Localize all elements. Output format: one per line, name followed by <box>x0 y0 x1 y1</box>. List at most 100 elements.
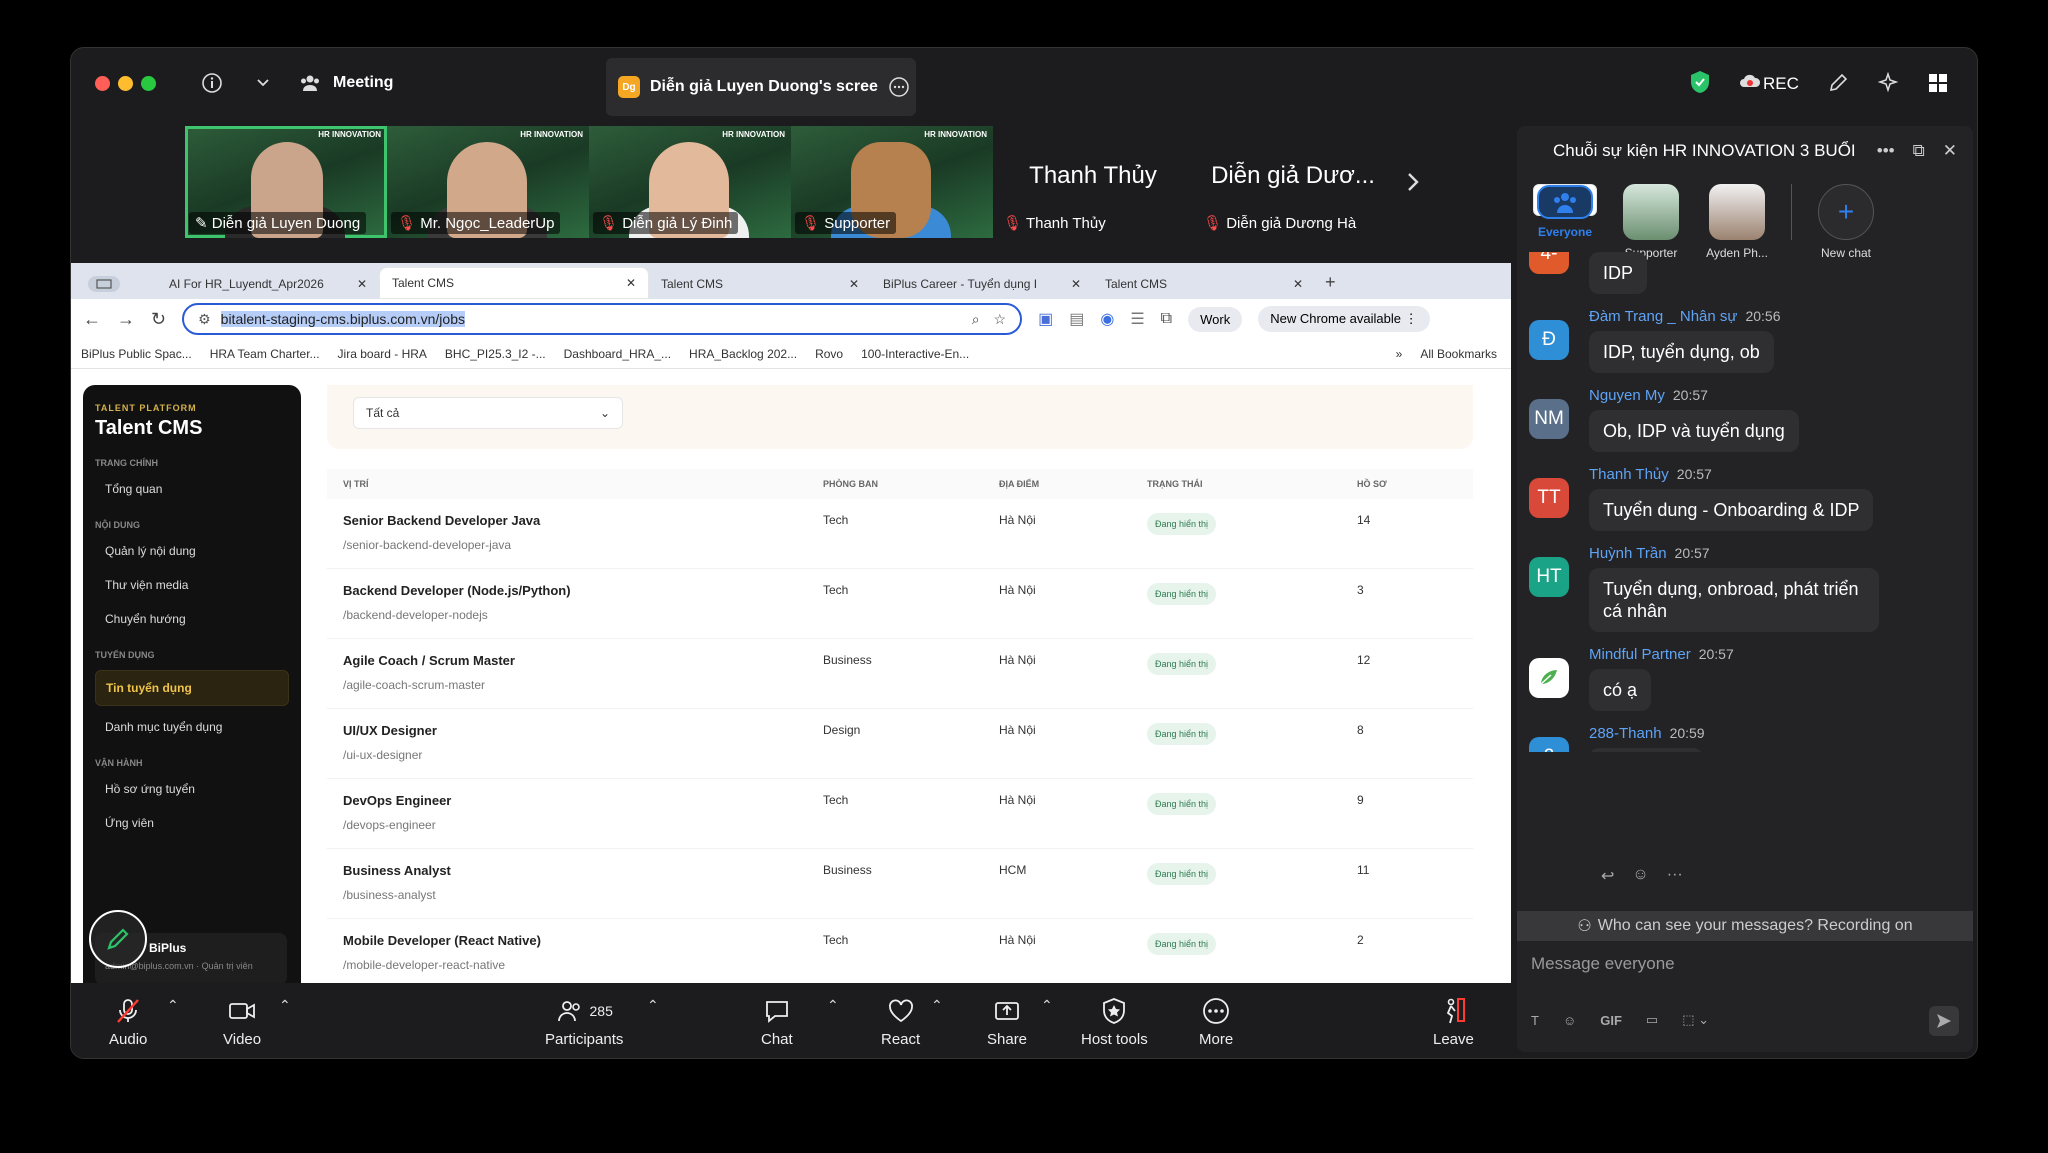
extension-icon[interactable]: ▣ <box>1038 309 1053 329</box>
new-chat-button[interactable]: + New chat <box>1814 184 1878 260</box>
sender-avatar[interactable]: TT <box>1529 478 1569 518</box>
job-title[interactable]: DevOps Engineer <box>343 793 823 808</box>
message-bubble[interactable]: IDP, tuyển dụng, ob <box>1589 331 1774 373</box>
table-row[interactable]: Agile Coach / Scrum Master/agile-coach-s… <box>327 639 1473 709</box>
thumb-participant[interactable]: HR INNOVATION 🎙 Mr. Ngọc_LeaderUp <box>387 126 589 238</box>
thumb-participant[interactable]: Diễn giả Dươ... 🎙 Diễn giả Dương Hà <box>1193 126 1393 238</box>
back-icon[interactable]: ← <box>83 309 101 330</box>
zoom-icon[interactable]: ⌕ <box>972 311 980 328</box>
share-button[interactable]: Share <box>987 997 1027 1048</box>
sender-avatar[interactable]: 2 <box>1529 737 1569 752</box>
job-title[interactable]: Mobile Developer (React Native) <box>343 933 823 948</box>
close-icon[interactable]: ✕ <box>1943 141 1957 161</box>
next-thumbs-button[interactable] <box>1393 126 1433 238</box>
sender-name[interactable]: Huỳnh Trần <box>1589 545 1667 562</box>
table-row[interactable]: Senior Backend Developer Java/senior-bac… <box>327 499 1473 569</box>
security-shield-icon[interactable] <box>1689 70 1711 94</box>
recipient-everyone[interactable]: Everyone <box>1533 184 1597 239</box>
meeting-tab-label[interactable]: Meeting <box>333 74 393 92</box>
close-tab-icon[interactable]: ✕ <box>626 276 636 290</box>
participants-options-caret[interactable]: ⌃ <box>647 997 659 1014</box>
table-row[interactable]: Backend Developer (Node.js/Python) /backe… <box>327 569 1473 639</box>
chevron-down-icon[interactable] <box>255 74 271 90</box>
message-bubble[interactable]: Ob, IDP và tuyển dụng <box>1589 410 1799 452</box>
sender-name[interactable]: Đàm Trang _ Nhân sự <box>1589 308 1737 325</box>
extension-icon[interactable]: ▤ <box>1069 309 1084 329</box>
screen-share-tab[interactable]: Dg Diễn giả Luyen Duong's scree <box>606 58 916 116</box>
video-options-caret[interactable]: ⌃ <box>279 997 291 1014</box>
audio-options-caret[interactable]: ⌃ <box>167 997 179 1014</box>
emoji-icon[interactable]: ☺ <box>1563 1013 1576 1028</box>
react-button[interactable]: React <box>881 997 920 1048</box>
message-bubble[interactable]: Tuyển dung - Onboarding & IDP <box>1589 489 1874 531</box>
site-settings-icon[interactable]: ⚙ <box>198 311 211 328</box>
sender-avatar[interactable]: NM <box>1529 399 1569 439</box>
message-more-icon[interactable]: ··· <box>1667 866 1683 886</box>
browser-tab[interactable]: AI For HR_Luyendt_Apr2026 ✕ <box>157 269 379 299</box>
sidebar-item-applications[interactable]: Hồ sơ ứng tuyển <box>95 768 289 802</box>
add-reaction-icon[interactable]: ☺ <box>1632 866 1648 886</box>
new-tab-icon[interactable]: + <box>1315 272 1346 299</box>
chat-button[interactable]: Chat <box>761 997 793 1048</box>
more-button[interactable]: More <box>1199 997 1233 1048</box>
file-icon[interactable]: ▭ <box>1646 1012 1658 1028</box>
table-row[interactable]: DevOps Engineer/devops-engineer Tech Hà Nộ… <box>327 779 1473 849</box>
sender-avatar[interactable]: Đ <box>1529 320 1569 360</box>
close-tab-icon[interactable]: ✕ <box>357 277 367 291</box>
share-options-caret[interactable]: ⌃ <box>1041 997 1053 1014</box>
sender-name[interactable]: Nguyen My <box>1589 387 1665 404</box>
chat-options-caret[interactable]: ⌃ <box>827 997 839 1014</box>
bookmark[interactable]: HRA_Backlog 202... <box>689 347 797 361</box>
pencil-icon[interactable] <box>1827 72 1849 94</box>
extension-icon[interactable]: ◉ <box>1100 309 1114 329</box>
chrome-update-button[interactable]: New Chrome available ⋮ <box>1258 306 1430 332</box>
message-bubble[interactable]: IDP <box>1589 252 1648 294</box>
participants-button[interactable]: 285 Participants <box>545 997 623 1048</box>
bookmark[interactable]: HRA Team Charter... <box>210 347 320 361</box>
sender-avatar[interactable] <box>1529 658 1569 698</box>
sparkle-icon[interactable] <box>1877 72 1899 94</box>
star-icon[interactable]: ☆ <box>994 311 1007 328</box>
browser-tab[interactable]: Talent CMS ✕ <box>649 269 871 299</box>
browser-tab[interactable]: BiPlus Career - Tuyển dụng I ✕ <box>871 269 1093 299</box>
browser-tab-active[interactable]: Talent CMS ✕ <box>379 267 649 299</box>
bookmark[interactable]: Jira board - HRA <box>338 347 427 361</box>
sidebar-item-jobs[interactable]: Tin tuyển dụng <box>95 670 289 706</box>
all-bookmarks[interactable]: All Bookmarks <box>1420 347 1497 361</box>
pop-out-icon[interactable]: ⧉ <box>1913 141 1925 161</box>
text-format-icon[interactable]: T <box>1531 1013 1539 1028</box>
thumb-participant[interactable]: HR INNOVATION ✎ Diễn giả Luyen Duong <box>185 126 387 238</box>
thumb-participant[interactable]: Thanh Thủy 🎙 Thanh Thủy <box>993 126 1193 238</box>
more-options-icon[interactable] <box>888 76 910 98</box>
thumb-participant[interactable]: HR INNOVATION 🎙 Supporter <box>791 126 993 238</box>
bookmark[interactable]: 100-Interactive-En... <box>861 347 969 361</box>
status-filter-select[interactable]: Tất cả ⌄ <box>353 397 623 429</box>
profile-chip[interactable]: Work <box>1188 306 1243 332</box>
sender-name[interactable]: 288-Thanh <box>1589 725 1662 742</box>
audio-button[interactable]: Audio <box>109 997 147 1048</box>
gif-button[interactable]: GIF <box>1600 1013 1622 1028</box>
bookmark[interactable]: BiPlus Public Spac... <box>81 347 192 361</box>
tab-groups-icon[interactable] <box>87 269 157 299</box>
info-icon[interactable] <box>201 72 223 94</box>
message-bubble[interactable]: có ạ <box>1589 669 1652 711</box>
thumb-participant[interactable]: HR INNOVATION 🎙 Diễn giả Lý Đinh <box>589 126 791 238</box>
sender-avatar[interactable]: 4- <box>1529 252 1569 274</box>
annotate-button[interactable] <box>89 910 147 968</box>
job-title[interactable]: Agile Coach / Scrum Master <box>343 653 823 668</box>
puzzle-icon[interactable]: ⧉ <box>1161 310 1172 328</box>
message-bubble[interactable]: Tuyển dụng, onbroad, phát triển cá nhân <box>1589 568 1879 632</box>
recipient-ayden[interactable]: Ayden Ph... <box>1705 184 1769 260</box>
video-button[interactable]: Video <box>223 997 261 1048</box>
recipient-supporter[interactable]: Supporter <box>1619 184 1683 260</box>
send-button[interactable] <box>1929 1006 1959 1036</box>
message-input[interactable]: Message everyone <box>1531 954 1675 974</box>
privacy-notice[interactable]: ⚇ Who can see your messages? Recording o… <box>1517 911 1973 941</box>
minimize-window-button[interactable] <box>118 76 133 91</box>
sidebar-item-job-categories[interactable]: Danh mục tuyển dụng <box>95 706 289 740</box>
job-title[interactable]: UI/UX Designer <box>343 723 823 738</box>
sidebar-item-media[interactable]: Thư viện media <box>95 564 289 598</box>
apps-grid-icon[interactable] <box>1927 72 1949 94</box>
reload-icon[interactable]: ↻ <box>151 309 166 330</box>
sidebar-item-content[interactable]: Quản lý nội dung <box>95 530 289 564</box>
